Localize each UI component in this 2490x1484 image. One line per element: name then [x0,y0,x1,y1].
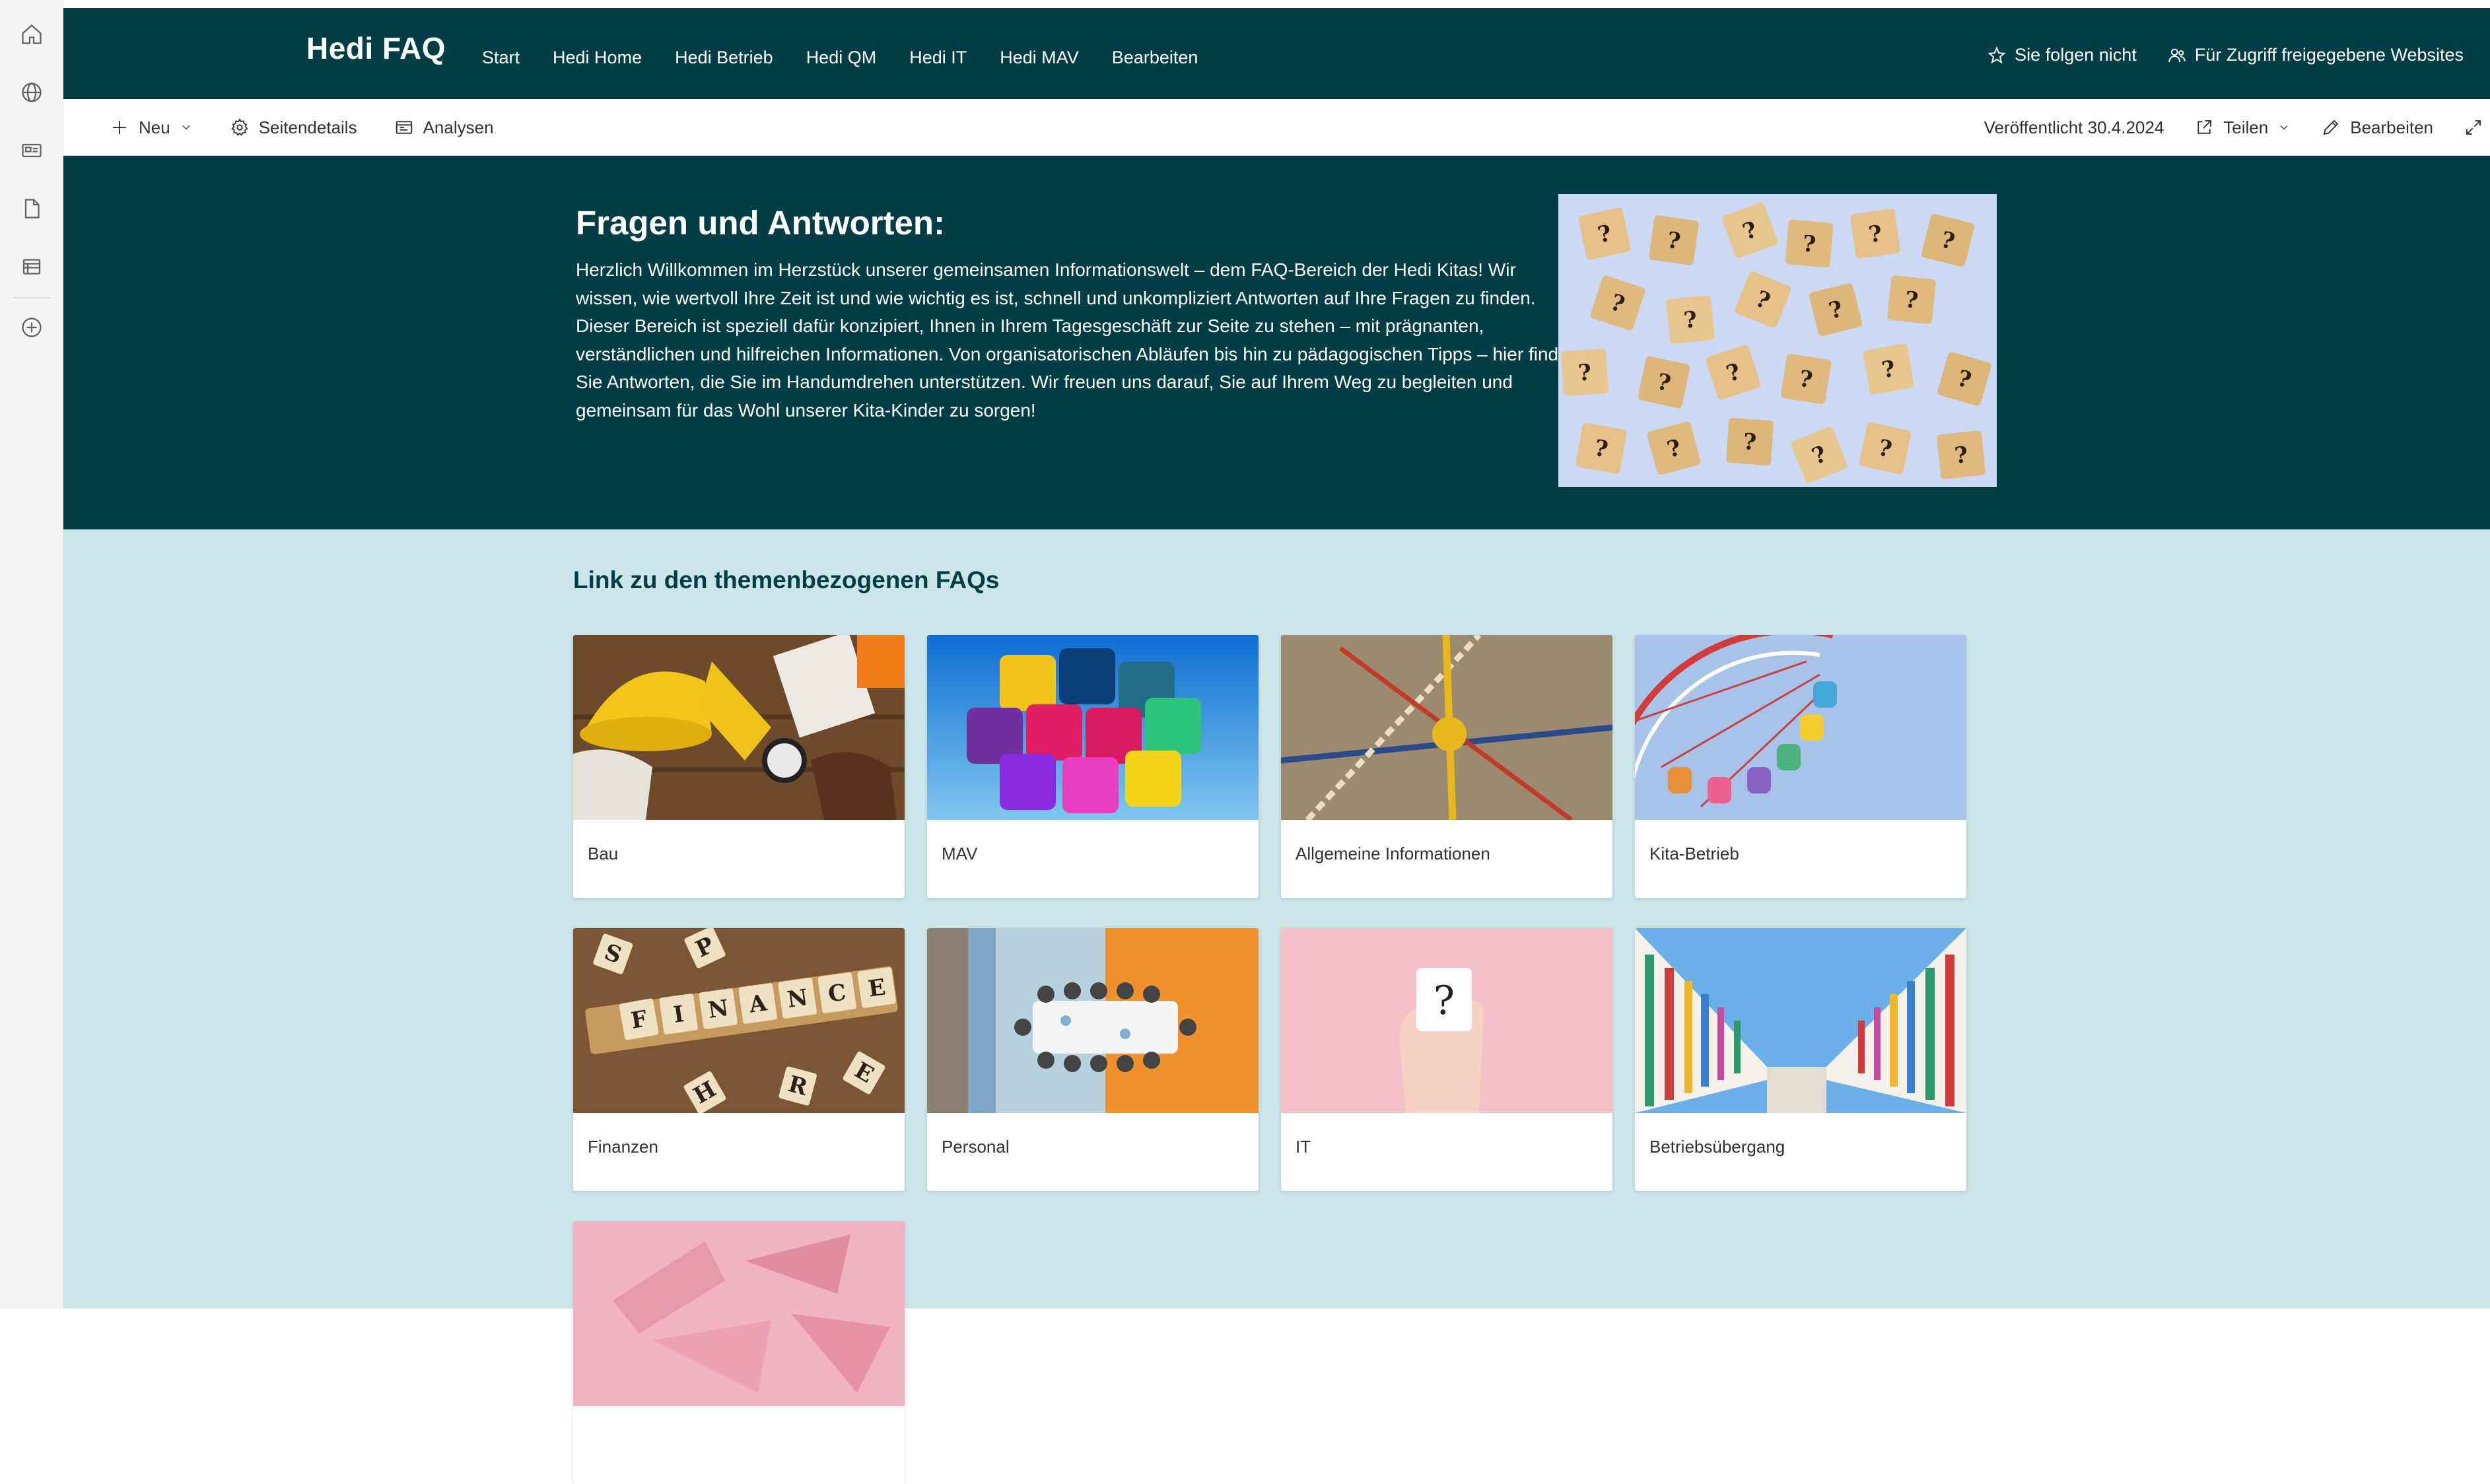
home-icon[interactable] [20,22,44,46]
list-icon[interactable] [20,255,44,279]
nav-item-hedi-betrieb[interactable]: Hedi Betrieb [675,48,773,68]
faq-card-personal[interactable]: Personal [927,928,1259,1191]
analytics-button[interactable]: Analysen [394,118,494,138]
hero-title: Fragen und Antworten: [576,204,946,242]
faq-card-it[interactable]: ? IT [1281,928,1612,1191]
card-label: Kita-Betrieb [1649,844,1739,863]
follow-button[interactable]: Sie folgen nicht [1987,45,2137,65]
svg-text:?: ? [1904,287,1919,314]
nav-item-start[interactable]: Start [482,48,520,68]
site-header: Hedi FAQ Start Hedi Home Hedi Betrieb He… [63,8,2490,99]
news-icon[interactable] [20,139,44,162]
faq-card-bau[interactable]: Bau [573,635,905,898]
expand-button[interactable] [2464,118,2483,137]
follow-label: Sie folgen nicht [2015,45,2137,65]
card-image: F I N A N C E S P R H E [573,928,905,1113]
card-label: Finanzen [588,1137,658,1157]
hero-image: ? ? ? ? ? ? ? ? ? ? ? ? ? ? ? ? ? ? ? ? [1558,194,1997,487]
analytics-icon [396,121,412,134]
card-image: ? [1281,928,1612,1113]
card-image [927,635,1259,820]
svg-text:?: ? [1743,428,1758,455]
card-image [1281,635,1612,820]
chevron-down-icon [2280,125,2288,130]
svg-text:?: ? [1682,306,1698,334]
card-image [1635,928,1966,1113]
faq-card-kita-betrieb[interactable]: Kita-Betrieb [1635,635,1966,898]
page-details-label: Seitendetails [258,117,357,137]
command-bar: Neu Seitendetails Analysen Veröffentlich… [63,99,2490,156]
svg-text:?: ? [1801,230,1816,258]
site-title[interactable]: Hedi FAQ [306,30,446,66]
edit-label: Bearbeiten [2350,117,2433,137]
svg-text:E: E [866,974,887,1002]
analytics-label: Analysen [423,117,494,137]
section-title: Link zu den themenbezogenen FAQs [573,566,1000,593]
shared-sites-label: Für Zugriff freigegebene Websites [2194,45,2464,65]
card-image [573,1221,905,1406]
expand-icon [2466,120,2481,135]
new-button[interactable]: Neu [110,118,193,138]
card-label: MAV [942,844,978,863]
nav-item-hedi-it[interactable]: Hedi IT [909,48,967,68]
add-icon[interactable] [20,316,44,339]
hero-text: Herzlich Willkommen im Herzstück unserer… [576,259,1579,421]
chevron-down-icon [182,125,190,130]
faq-card-finanzen[interactable]: F I N A N C E S P R H E Finanzen [573,928,905,1191]
nav-item-hedi-mav[interactable]: Hedi MAV [1000,48,1079,68]
pencil-icon [2324,119,2339,135]
plus-icon [113,121,126,134]
gear-icon [231,118,248,136]
nav-item-edit[interactable]: Bearbeiten [1112,48,1198,68]
faq-card-more[interactable] [573,1221,905,1484]
svg-text:C: C [827,979,848,1007]
card-image [1635,635,1966,820]
card-image [927,928,1259,1113]
card-label: Personal [942,1137,1010,1157]
svg-text:?: ? [1577,359,1593,386]
published-status: Veröffentlicht 30.4.2024 [1984,117,2164,137]
svg-text:?: ? [1953,442,1969,469]
svg-text:N: N [707,995,730,1024]
card-label: Allgemeine Informationen [1296,844,1490,863]
card-image [573,635,905,820]
share-label: Teilen [2223,117,2269,137]
people-icon [2168,48,2186,62]
faq-card-betriebsuebergang[interactable]: Betriebsübergang [1635,928,1966,1191]
share-icon [2197,120,2212,134]
card-label: Betriebsübergang [1649,1137,1785,1157]
app-rail [0,0,63,1308]
card-label: Bau [588,844,619,863]
card-label: IT [1296,1137,1311,1157]
globe-icon[interactable] [20,81,44,104]
faq-card-allgemeine-informationen[interactable]: Allgemeine Informationen [1281,635,1612,898]
star-icon [1988,46,2006,64]
svg-text:?: ? [1434,978,1455,1024]
share-button[interactable]: Teilen [2194,118,2291,138]
header-actions: Sie folgen nicht Für Zugriff freigegeben… [1987,45,2464,65]
nav-item-hedi-home[interactable]: Hedi Home [553,48,642,68]
page-details-button[interactable]: Seitendetails [230,118,357,138]
new-label: Neu [139,117,170,137]
hero-section: Fragen und Antworten: Herzlich Willkomme… [63,156,2490,529]
faq-card-mav[interactable]: MAV [927,635,1259,898]
shared-sites-button[interactable]: Für Zugriff freigegebene Websites [2167,45,2464,65]
top-navigation: Start Hedi Home Hedi Betrieb Hedi QM Hed… [482,48,1198,68]
edit-button[interactable]: Bearbeiten [2321,118,2433,138]
rail-divider [13,297,50,298]
faq-links-section: Link zu den themenbezogenen FAQs Bau MAV… [63,529,2490,1484]
document-icon[interactable] [20,197,44,220]
svg-text:N: N [786,984,810,1013]
nav-item-hedi-qm[interactable]: Hedi QM [806,48,877,68]
